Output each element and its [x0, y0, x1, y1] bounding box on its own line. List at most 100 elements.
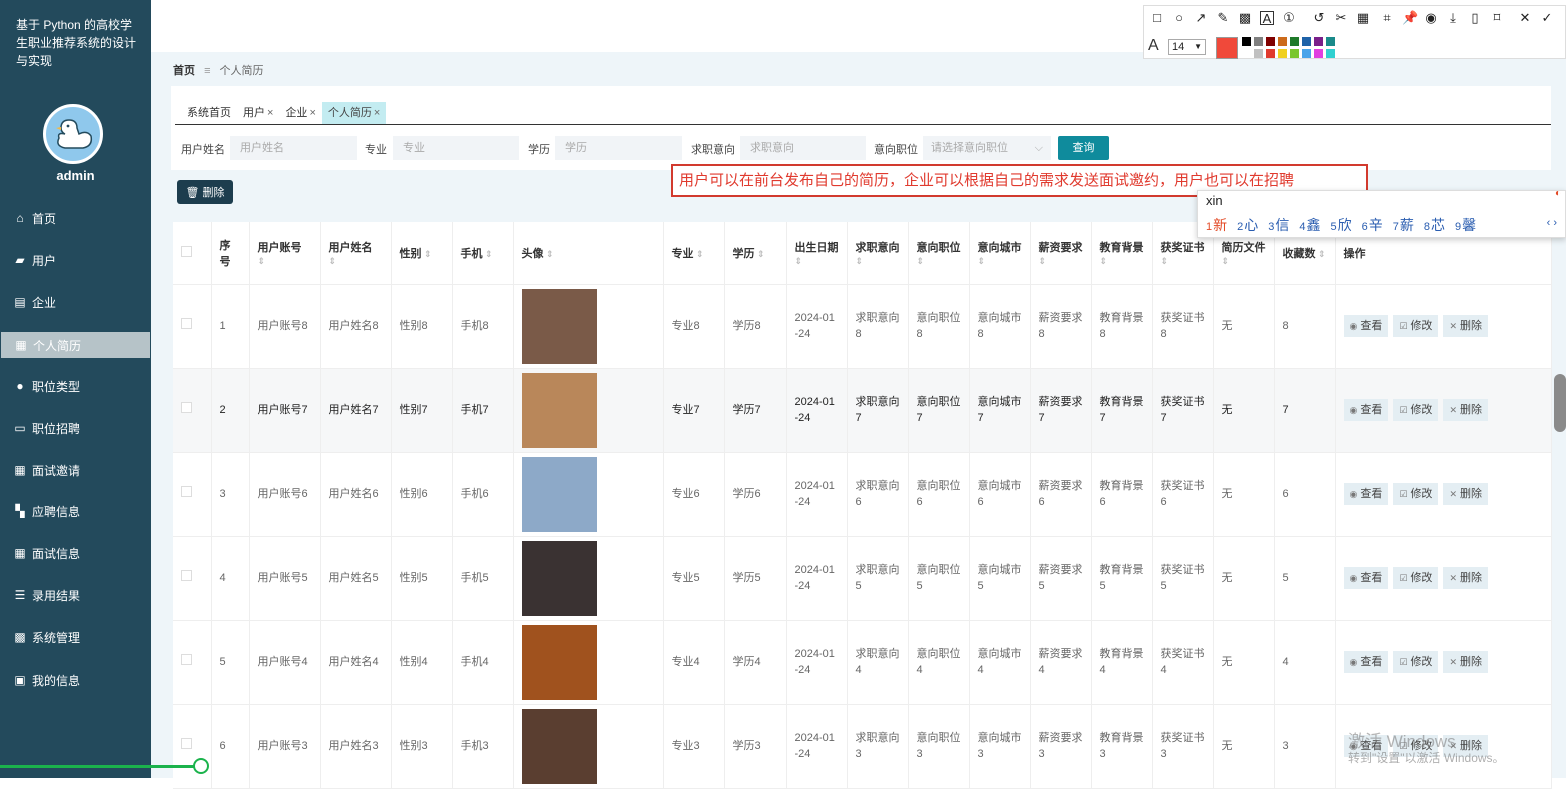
sort-icon[interactable]: ⇕ — [483, 249, 493, 259]
ime-candidate[interactable]: 7薪 — [1393, 217, 1414, 233]
delete-button[interactable]: ✕ 删除 — [1443, 651, 1488, 673]
edit-button[interactable]: ☑ 修改 — [1393, 567, 1439, 589]
rectangle-tool-icon[interactable]: □ — [1150, 11, 1164, 25]
tab-3[interactable]: 个人简历 × — [321, 102, 387, 124]
ime-candidate[interactable]: 9馨 — [1455, 217, 1476, 233]
avatar-photo[interactable] — [521, 540, 597, 616]
ime-candidate[interactable]: 1新 — [1206, 217, 1227, 233]
phone-icon[interactable]: ▯ — [1468, 11, 1482, 25]
color-swatch[interactable] — [1326, 49, 1335, 58]
tab-2[interactable]: 企业 × — [279, 102, 321, 124]
edit-button[interactable]: ☑ 修改 — [1393, 315, 1439, 337]
view-button[interactable]: ◉ 查看 — [1343, 399, 1389, 421]
row-checkbox[interactable] — [181, 738, 192, 749]
progress-handle[interactable] — [193, 758, 209, 774]
color-swatch[interactable] — [1266, 37, 1275, 46]
column-header[interactable]: 薪资要求 ⇕ — [1030, 222, 1092, 285]
color-swatch[interactable] — [1278, 49, 1287, 58]
sort-icon[interactable]: ⇕ — [1222, 256, 1230, 266]
view-button[interactable]: ◉ 查看 — [1343, 483, 1389, 505]
ime-candidate[interactable]: 5欣 — [1331, 217, 1352, 233]
edit-button[interactable]: ☑ 修改 — [1393, 399, 1439, 421]
row-checkbox[interactable] — [181, 486, 192, 497]
delete-button[interactable]: ✕ 删除 — [1443, 399, 1488, 421]
delete-button[interactable]: ✕ 删除 — [1443, 567, 1488, 589]
sidebar-item-9[interactable]: ☰ 录用结果 — [0, 582, 151, 608]
column-header[interactable]: 性别 ⇕ — [391, 222, 453, 285]
ime-candidate[interactable]: 2心 — [1237, 217, 1258, 233]
confirm-check-icon[interactable]: ✓ — [1540, 11, 1554, 25]
avatar-photo[interactable] — [521, 372, 597, 448]
sort-icon[interactable]: ⇕ — [856, 256, 864, 266]
sort-icon[interactable]: ⇕ — [755, 249, 765, 259]
color-swatch[interactable] — [1266, 49, 1275, 58]
sidebar-item-11[interactable]: ▣ 我的信息 — [0, 667, 151, 693]
delete-button[interactable]: ✕ 删除 — [1443, 483, 1488, 505]
sort-icon[interactable]: ⇕ — [917, 256, 925, 266]
column-header[interactable]: 专业 ⇕ — [663, 222, 725, 285]
delete-button[interactable]: 🗑 删除 — [177, 180, 233, 204]
ellipse-tool-icon[interactable]: ○ — [1172, 11, 1186, 25]
tab-0[interactable]: 系统首页 — [181, 102, 237, 124]
sort-icon[interactable]: ⇕ — [694, 249, 704, 259]
avatar-photo[interactable] — [521, 456, 597, 532]
column-header[interactable]: 出生日期 ⇕ — [786, 222, 848, 285]
ime-page-arrows-icon[interactable]: ‹ › — [1547, 217, 1557, 229]
close-icon[interactable]: × — [309, 102, 315, 124]
color-swatch[interactable] — [1278, 37, 1287, 46]
avatar-photo[interactable] — [521, 708, 597, 784]
color-swatch[interactable] — [1326, 37, 1335, 46]
scan-icon[interactable]: ⌗ — [1380, 11, 1394, 25]
view-button[interactable]: ◉ 查看 — [1343, 567, 1389, 589]
arrow-tool-icon[interactable]: ↗ — [1194, 11, 1208, 25]
delete-button[interactable]: ✕ 删除 — [1443, 315, 1488, 337]
filter-input-name[interactable]: 用户姓名 — [230, 136, 357, 160]
scrollbar-thumb[interactable] — [1554, 374, 1566, 432]
color-swatch[interactable] — [1242, 49, 1251, 58]
view-button[interactable]: ◉ 查看 — [1343, 315, 1389, 337]
edit-button[interactable]: ☑ 修改 — [1393, 651, 1439, 673]
color-swatch[interactable] — [1302, 37, 1311, 46]
row-checkbox[interactable] — [181, 654, 192, 665]
sort-icon[interactable]: ⇕ — [544, 249, 554, 259]
tab-1[interactable]: 用户 × — [237, 102, 279, 124]
text-tool-icon[interactable]: A — [1260, 11, 1274, 26]
sort-icon[interactable]: ⇕ — [329, 256, 337, 266]
color-swatch[interactable] — [1290, 49, 1299, 58]
select-all-checkbox[interactable] — [181, 245, 192, 257]
filter-input-intent[interactable]: 求职意向 — [740, 136, 866, 160]
sort-icon[interactable]: ⇕ — [1316, 249, 1326, 259]
breadcrumb-home[interactable]: 首页 — [173, 65, 195, 77]
sidebar-item-7[interactable]: ▚ 应聘信息 — [0, 498, 151, 524]
avatar-photo[interactable] — [521, 624, 597, 700]
ime-candidate[interactable]: 4鑫 — [1299, 217, 1320, 233]
sort-icon[interactable]: ⇕ — [258, 256, 266, 266]
close-icon[interactable]: ✕ — [1518, 11, 1532, 25]
sidebar-item-0[interactable]: ⌂ 首页 — [0, 205, 151, 231]
column-header[interactable]: 用户账号 ⇕ — [249, 222, 321, 285]
record-icon[interactable]: ◉ — [1424, 11, 1438, 25]
edit-button[interactable]: ☑ 修改 — [1393, 483, 1439, 505]
font-size-select[interactable]: 14 ▼ — [1168, 39, 1206, 55]
scissors-icon[interactable]: ✂ — [1334, 11, 1348, 25]
row-checkbox[interactable] — [181, 570, 192, 581]
color-swatch[interactable] — [1302, 49, 1311, 58]
query-button[interactable]: 查询 — [1058, 136, 1109, 160]
sidebar-item-1[interactable]: ▰ 用户 — [0, 247, 151, 273]
sort-icon[interactable]: ⇕ — [1039, 256, 1047, 266]
sort-icon[interactable]: ⇕ — [795, 256, 803, 266]
avatar-photo[interactable] — [521, 288, 597, 364]
filter-input-edu[interactable]: 学历 — [555, 136, 682, 160]
color-swatch[interactable] — [1242, 37, 1251, 46]
column-header[interactable]: 求职意向 ⇕ — [847, 222, 909, 285]
current-color-swatch[interactable] — [1216, 37, 1238, 59]
column-header[interactable]: 教育背景 ⇕ — [1091, 222, 1153, 285]
sidebar-item-6[interactable]: ▦ 面试邀请 — [0, 457, 151, 483]
view-button[interactable]: ◉ 查看 — [1343, 651, 1389, 673]
ime-candidate[interactable]: 8芯 — [1424, 217, 1445, 233]
bookmark-icon[interactable]: ⌑ — [1490, 11, 1504, 25]
row-checkbox[interactable] — [181, 318, 192, 329]
undo-icon[interactable]: ↺ — [1312, 11, 1326, 25]
column-header[interactable]: 用户姓名 ⇕ — [320, 222, 392, 285]
ocr-icon[interactable]: ▦ — [1356, 11, 1370, 25]
